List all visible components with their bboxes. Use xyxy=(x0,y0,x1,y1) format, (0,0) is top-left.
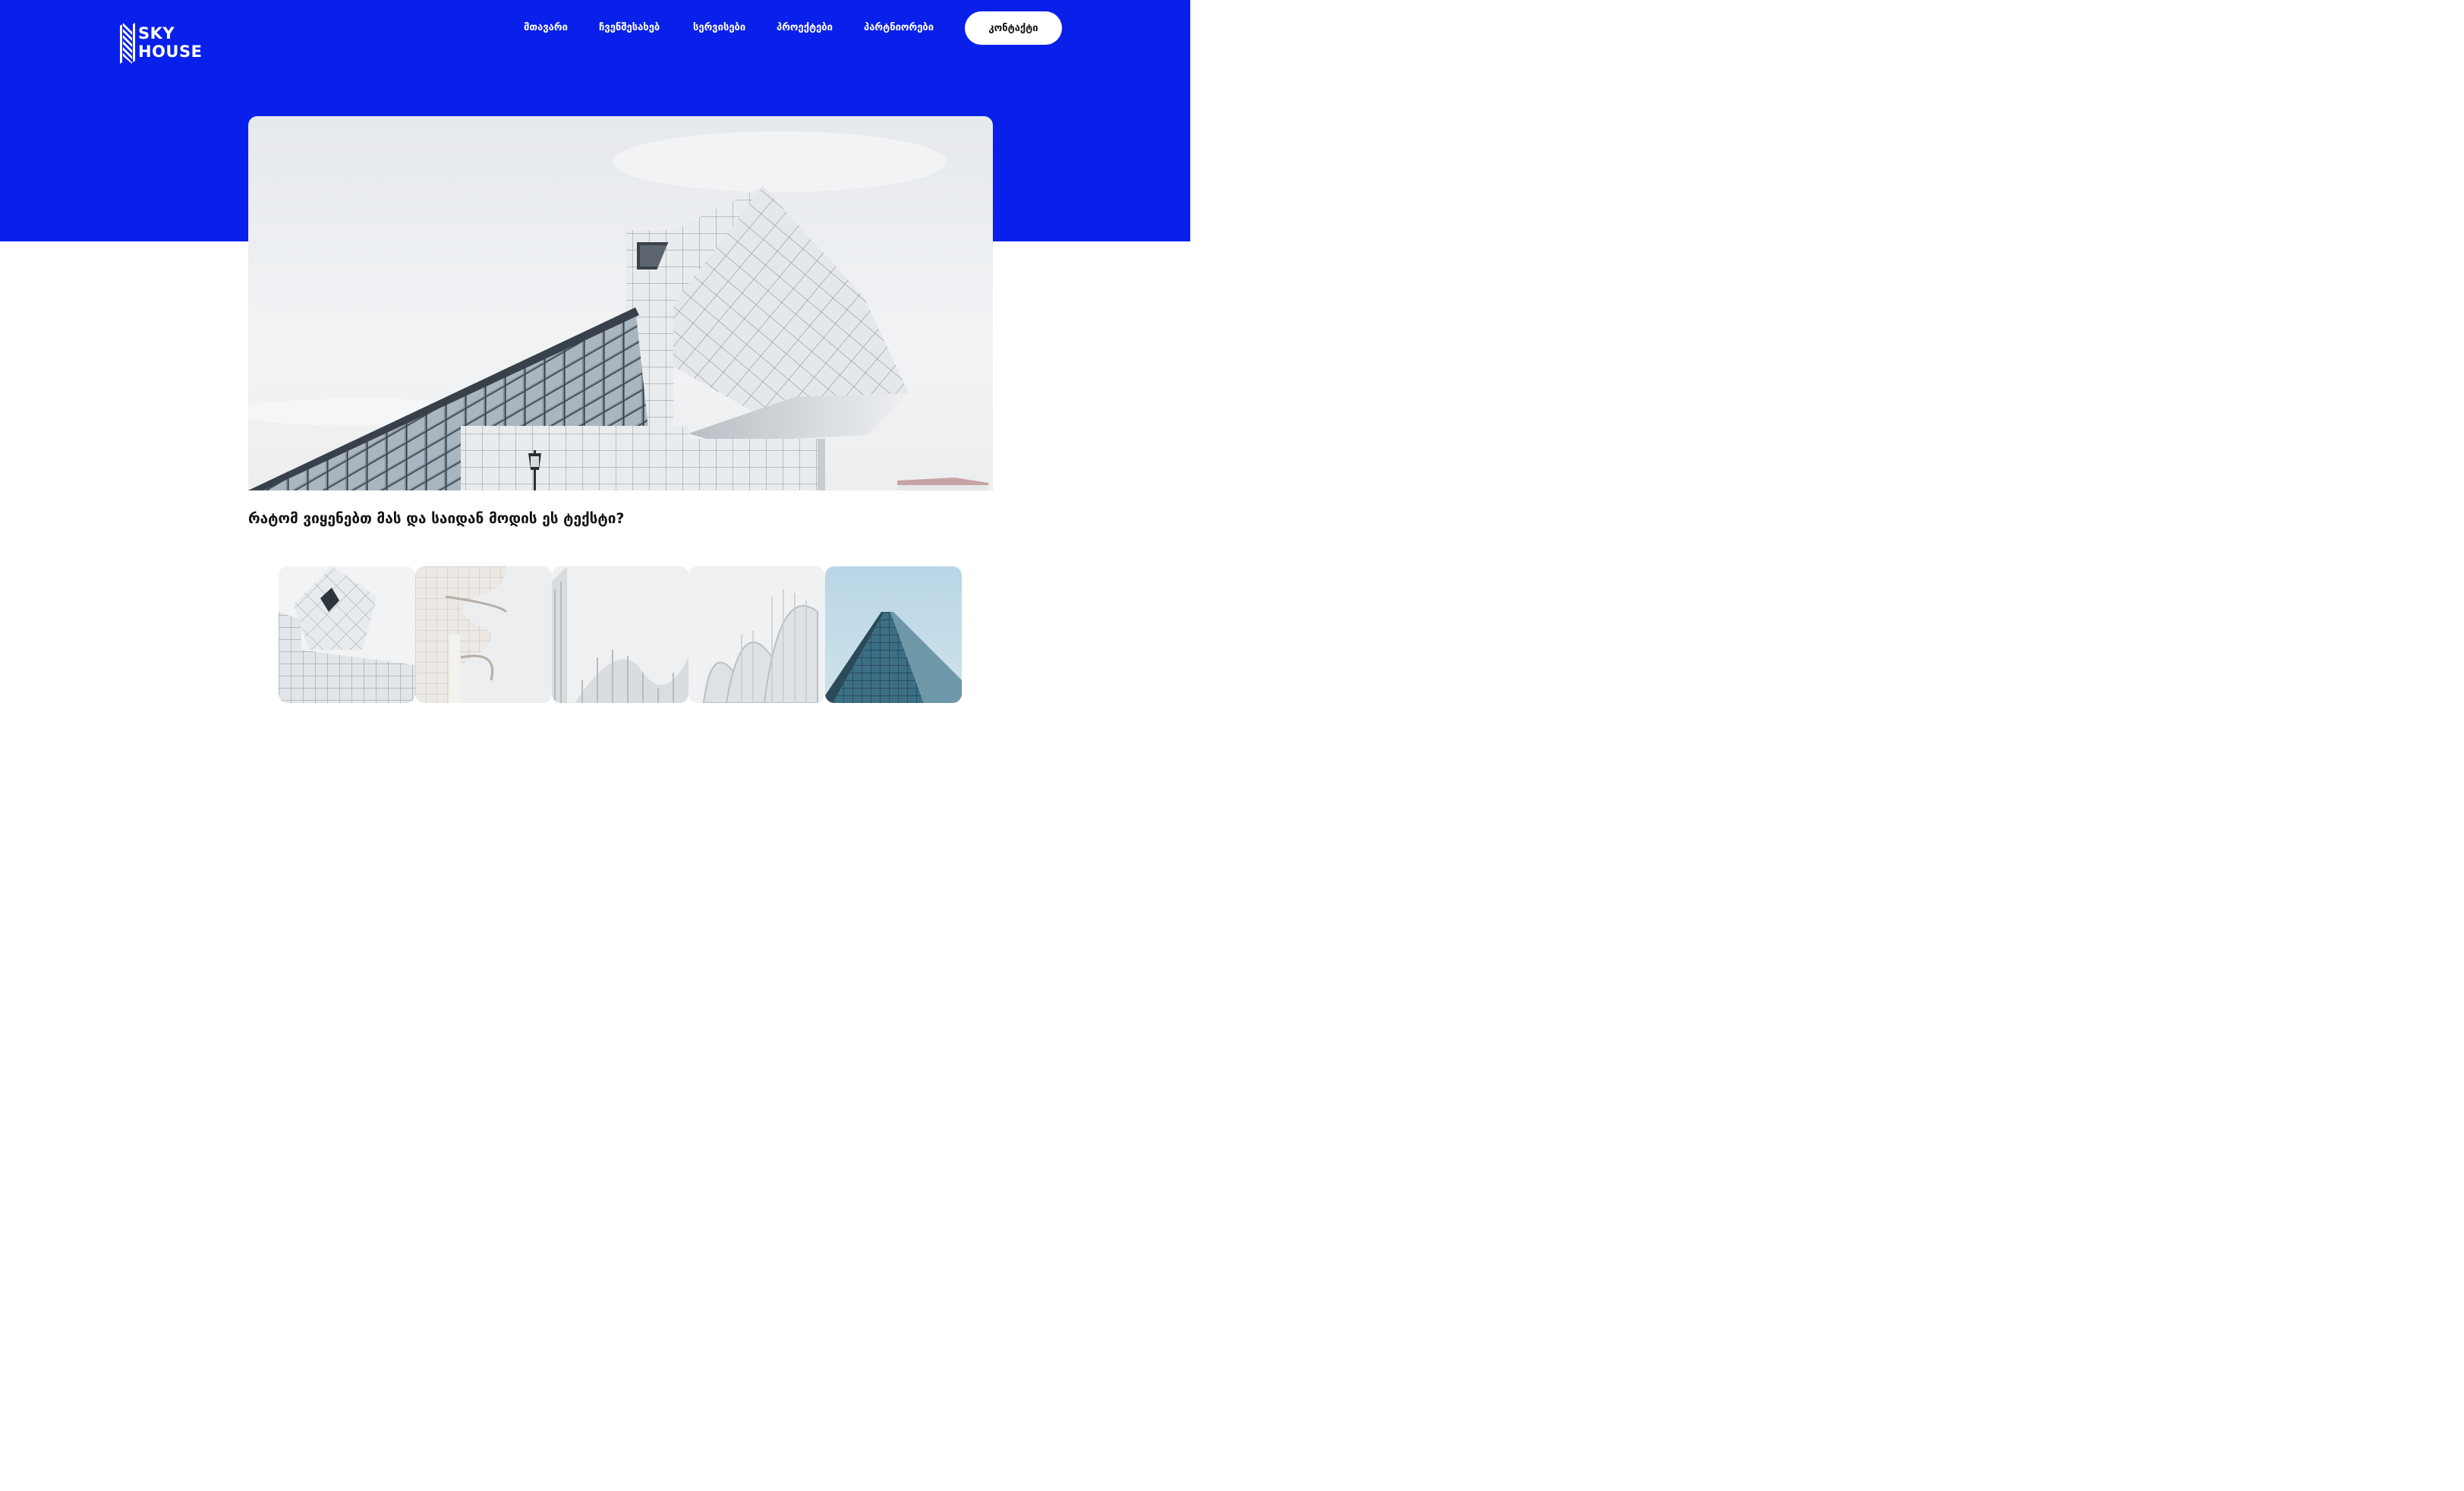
gallery-image-white-fins[interactable] xyxy=(552,566,688,703)
logo-line-house: HOUSE xyxy=(138,43,203,61)
contact-button[interactable]: კონტაქტი xyxy=(965,11,1062,45)
gallery-image-tile-building[interactable] xyxy=(279,566,415,703)
nav-item-about[interactable]: ჩვენშესახებ xyxy=(599,21,660,35)
logo[interactable]: SKY HOUSE xyxy=(120,23,203,65)
logo-text: SKY HOUSE xyxy=(138,24,202,61)
logo-line-sky: SKY xyxy=(138,24,175,43)
nav-item-partners[interactable]: პარტნიორები xyxy=(864,21,934,35)
nav-item-services[interactable]: სერვისები xyxy=(693,21,745,35)
gallery-image-glass-tower[interactable] xyxy=(825,566,962,703)
hero-building-illustration xyxy=(248,116,993,490)
page: SKY HOUSE მთავარი ჩვენშესახებ სერვისები … xyxy=(0,0,1190,720)
nav-item-projects[interactable]: პროექტები xyxy=(777,21,833,35)
hero-image xyxy=(248,116,993,490)
article-title: რატომ ვიყენებთ მას და საიდან მოდის ეს ტე… xyxy=(248,510,625,527)
image-gallery xyxy=(279,566,962,703)
gallery-image-white-arches[interactable] xyxy=(688,566,825,703)
gallery-image-curved-facade[interactable] xyxy=(415,566,552,703)
building-stripes-icon xyxy=(120,23,135,64)
nav-item-home[interactable]: მთავარი xyxy=(524,21,568,35)
